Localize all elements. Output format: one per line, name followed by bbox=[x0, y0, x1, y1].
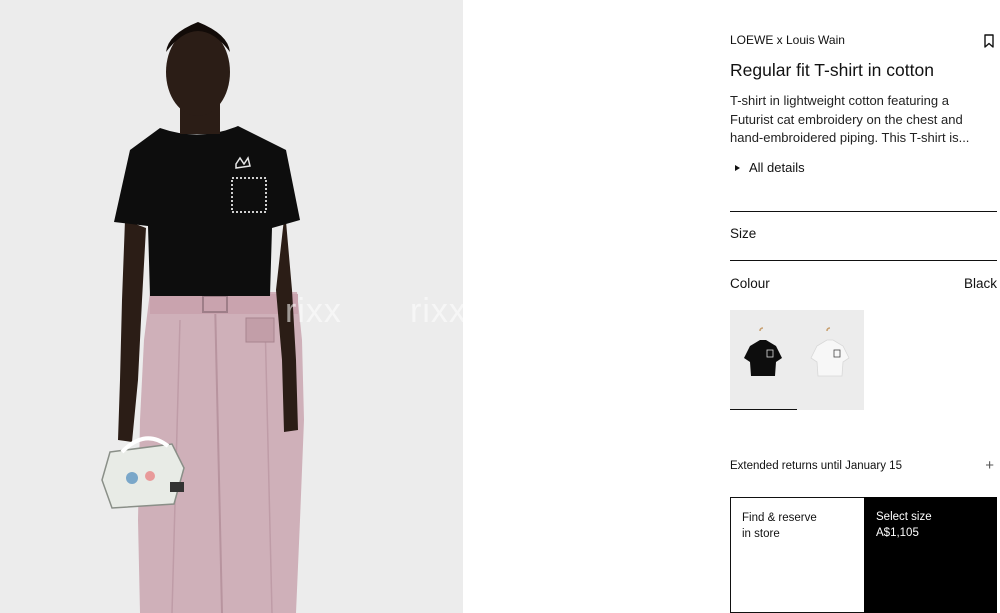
find-line-2: in store bbox=[742, 527, 780, 540]
product-info-panel: LOEWE x Louis Wain Regular fit T-shirt i… bbox=[730, 0, 997, 613]
swatch-black[interactable] bbox=[730, 310, 797, 410]
caret-right-icon bbox=[735, 164, 740, 171]
price: A$1,105 bbox=[876, 526, 919, 539]
colour-swatches bbox=[730, 310, 864, 410]
colour-row: Colour Black bbox=[730, 276, 997, 291]
divider bbox=[730, 260, 997, 261]
colour-label: Colour bbox=[730, 276, 770, 291]
returns-label: Extended returns until January 15 bbox=[730, 459, 902, 472]
product-image[interactable]: rixx rixx bbox=[0, 0, 463, 613]
action-buttons: Find & reserve in store Select size A$1,… bbox=[730, 497, 997, 613]
all-details-label: All details bbox=[749, 160, 805, 175]
select-size-label: Select size bbox=[876, 511, 932, 523]
model-illustration bbox=[101, 22, 304, 613]
watermark-text: rixx bbox=[410, 292, 463, 330]
swatch-white[interactable] bbox=[797, 310, 864, 410]
size-selector[interactable]: Size bbox=[730, 226, 997, 241]
find-reserve-button[interactable]: Find & reserve in store bbox=[730, 497, 864, 613]
bookmark-icon[interactable] bbox=[984, 34, 994, 48]
collection-label: LOEWE x Louis Wain bbox=[730, 33, 845, 47]
size-label: Size bbox=[730, 226, 757, 241]
divider bbox=[730, 211, 997, 212]
watermark-text: rixx bbox=[285, 292, 342, 330]
colour-value: Black bbox=[963, 276, 997, 291]
product-title: Regular fit T-shirt in cotton bbox=[730, 60, 934, 80]
product-description: T-shirt in lightweight cotton featuring … bbox=[730, 93, 970, 145]
plus-icon: + bbox=[985, 457, 994, 474]
find-line-1: Find & reserve bbox=[742, 512, 817, 524]
all-details-toggle[interactable]: All details bbox=[735, 160, 805, 175]
extended-returns-row[interactable]: Extended returns until January 15 + bbox=[730, 457, 997, 474]
select-size-button[interactable]: Select size A$1,105 bbox=[864, 497, 997, 613]
